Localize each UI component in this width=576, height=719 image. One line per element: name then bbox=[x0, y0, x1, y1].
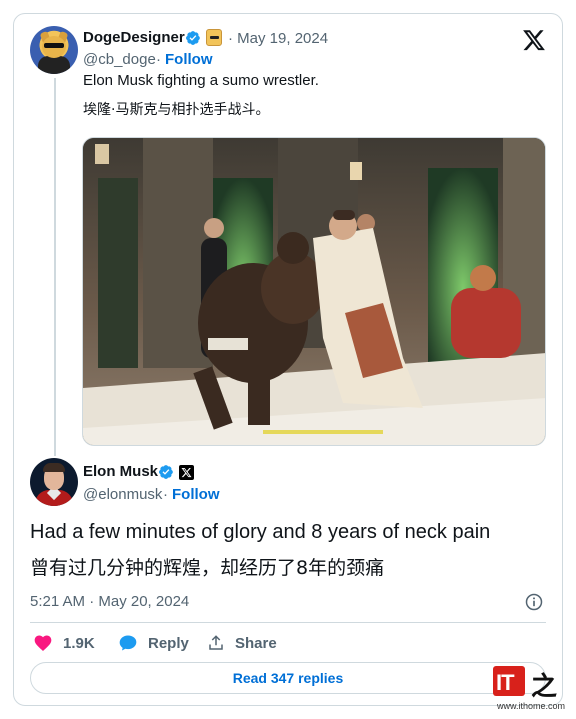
quoted-text-en: Elon Musk fighting a sumo wrestler. bbox=[83, 72, 319, 89]
main-author-name[interactable]: Elon Musk bbox=[83, 463, 158, 480]
ithome-logo: IT bbox=[493, 666, 525, 696]
ithome-watermark: IT 之 www.ithome.com bbox=[493, 664, 569, 714]
share-icon bbox=[209, 635, 223, 650]
doge-emoji-icon bbox=[206, 29, 222, 46]
info-icon[interactable] bbox=[524, 592, 544, 612]
x-logo-icon[interactable] bbox=[522, 28, 546, 52]
like-button[interactable]: 1.9K bbox=[33, 633, 95, 653]
heart-icon bbox=[34, 635, 52, 651]
ithome-url: www.ithome.com bbox=[497, 701, 566, 711]
ithome-logo-char: 之 bbox=[531, 672, 558, 702]
tweet-timestamp[interactable]: 5:21 AM · May 20, 2024 bbox=[30, 593, 189, 610]
reply-label: Reply bbox=[148, 634, 189, 652]
doge-designer-avatar[interactable] bbox=[30, 26, 78, 74]
follow-doge-button[interactable]: Follow bbox=[165, 51, 213, 68]
thread-connector-line bbox=[54, 78, 56, 456]
quoted-text-zh: 埃隆·马斯克与相扑选手战斗。 bbox=[83, 102, 270, 118]
divider bbox=[30, 622, 546, 623]
x-affiliate-badge-icon bbox=[179, 465, 194, 480]
sumo-photo[interactable] bbox=[82, 137, 546, 446]
elon-musk-avatar[interactable] bbox=[30, 458, 78, 506]
verified-icon bbox=[185, 30, 201, 48]
share-label: Share bbox=[235, 634, 277, 652]
share-button[interactable]: Share bbox=[207, 633, 277, 653]
reply-button[interactable]: Reply bbox=[118, 633, 189, 653]
reply-bubble-icon bbox=[119, 635, 137, 651]
main-text-zh: 曾有过几分钟的辉煌，却经历了8年的颈痛 bbox=[30, 557, 385, 579]
verified-icon bbox=[158, 464, 174, 482]
quoted-author-name[interactable]: DogeDesigner bbox=[83, 29, 185, 46]
main-text-en: Had a few minutes of glory and 8 years o… bbox=[30, 521, 491, 543]
quoted-handle[interactable]: @cb_doge bbox=[83, 51, 156, 68]
read-replies-button[interactable]: Read 347 replies bbox=[30, 662, 546, 694]
separator-dot: · bbox=[156, 51, 161, 68]
separator-dot: · bbox=[163, 486, 168, 503]
follow-elon-button[interactable]: Follow bbox=[172, 486, 220, 503]
like-count: 1.9K bbox=[63, 634, 95, 652]
main-handle[interactable]: @elonmusk bbox=[83, 486, 162, 503]
quoted-date[interactable]: · May 19, 2024 bbox=[228, 30, 328, 47]
